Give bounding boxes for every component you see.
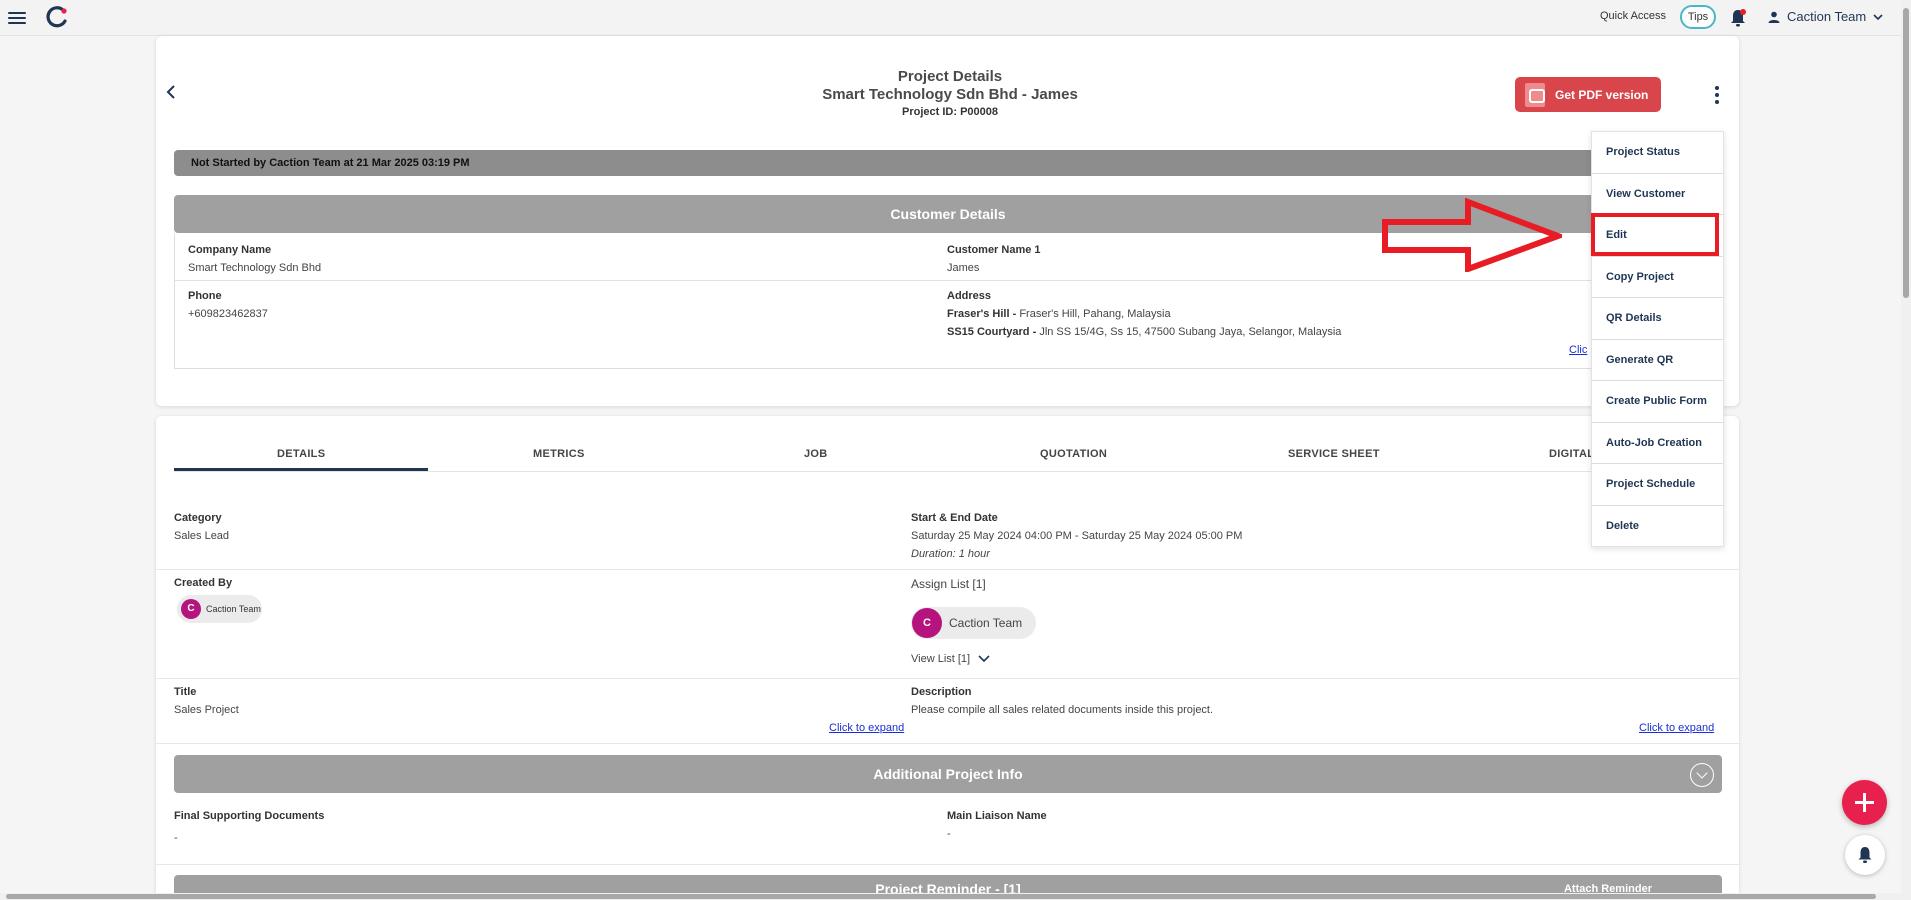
address-label: Address — [947, 290, 992, 302]
view-list-toggle[interactable]: View List [1] — [911, 653, 990, 665]
user-icon — [1768, 11, 1780, 23]
expand-chevron-icon[interactable] — [1690, 763, 1714, 787]
get-pdf-label: Get PDF version — [1555, 87, 1649, 102]
divider — [175, 280, 1721, 281]
tab-quotation[interactable]: QUOTATION — [1040, 448, 1107, 460]
tab-details[interactable]: DETAILS — [277, 448, 325, 460]
supporting-docs-label: Final Supporting Documents — [174, 810, 325, 822]
assignee-chip[interactable]: C Caction Team — [911, 607, 1036, 639]
menu-item-delete[interactable]: Delete — [1592, 506, 1723, 548]
divider — [156, 569, 1739, 570]
chevron-down-icon — [978, 655, 990, 663]
page-title: Project Details — [897, 68, 1003, 85]
user-menu[interactable]: Caction Team — [1768, 9, 1883, 24]
user-name: Caction Team — [1787, 9, 1867, 24]
date-label: Start & End Date — [911, 512, 998, 524]
tab-service-sheet[interactable]: SERVICE SHEET — [1288, 448, 1380, 460]
project-id: Project ID: P00008 — [902, 106, 998, 118]
edit-highlight-box — [1591, 213, 1719, 256]
assignee-name: Caction Team — [949, 616, 1023, 630]
view-list-label: View List [1] — [911, 653, 971, 665]
address-line-1: Fraser's Hill - Fraser's Hill, Pahang, M… — [947, 308, 1171, 320]
main-liaison-value: - — [947, 828, 951, 840]
company-name-value: Smart Technology Sdn Bhd — [188, 262, 322, 274]
divider — [156, 678, 1739, 679]
horizontal-scrollbar[interactable] — [0, 893, 1901, 900]
status-bar: Not Started by Caction Team at 21 Mar 20… — [174, 150, 1722, 176]
menu-item-view-customer[interactable]: View Customer — [1592, 174, 1723, 215]
category-value: Sales Lead — [174, 530, 230, 542]
supporting-docs-value: - — [174, 832, 178, 844]
divider — [156, 743, 1739, 744]
divider — [156, 864, 1739, 865]
notification-bell-icon[interactable] — [1729, 8, 1747, 28]
menu-item-project-schedule[interactable]: Project Schedule — [1592, 464, 1723, 506]
scrollbar-thumb[interactable] — [1903, 8, 1909, 298]
quick-access-link[interactable]: Quick Access — [1600, 10, 1666, 22]
click-to-expand-description-link[interactable]: Click to expand — [1639, 722, 1714, 734]
click-to-expand-link[interactable]: Clic — [1569, 344, 1587, 356]
add-fab-button[interactable] — [1842, 780, 1887, 825]
description-label: Description — [911, 686, 972, 698]
scrollbar-thumb[interactable] — [6, 894, 1876, 899]
date-value: Saturday 25 May 2024 04:00 PM - Saturday… — [911, 530, 1243, 542]
menu-item-project-status[interactable]: Project Status — [1592, 132, 1723, 174]
created-by-name: Caction Team — [206, 604, 261, 614]
duration-value: Duration: 1 hour — [911, 548, 990, 560]
menu-item-copy-project[interactable]: Copy Project — [1592, 257, 1723, 298]
tips-button[interactable]: Tips — [1680, 5, 1716, 29]
hamburger-menu-icon[interactable] — [8, 9, 26, 25]
vertical-scrollbar[interactable] — [1901, 0, 1911, 900]
phone-value: +609823462837 — [188, 308, 268, 320]
customer-name-label: Customer Name 1 — [947, 244, 1041, 256]
back-arrow-icon[interactable] — [165, 84, 177, 100]
title-value: Sales Project — [174, 704, 239, 716]
menu-item-auto-job-creation[interactable]: Auto-Job Creation — [1592, 423, 1723, 464]
menu-item-qr-details[interactable]: QR Details — [1592, 298, 1723, 340]
more-options-icon[interactable] — [1715, 86, 1719, 107]
created-by-chip: C Caction Team — [177, 595, 262, 623]
phone-label: Phone — [188, 290, 222, 302]
tab-job[interactable]: JOB — [804, 448, 828, 460]
top-bar: Quick Access Tips Caction Team — [0, 0, 1911, 36]
category-label: Category — [174, 512, 222, 524]
created-by-label: Created By — [174, 577, 233, 589]
menu-item-create-public-form[interactable]: Create Public Form — [1592, 381, 1723, 423]
assign-list-label: Assign List [1] — [911, 577, 986, 591]
chevron-down-icon — [1873, 13, 1883, 20]
app-logo-icon[interactable] — [46, 6, 68, 28]
avatar: C — [912, 608, 942, 638]
menu-item-generate-qr[interactable]: Generate QR — [1592, 340, 1723, 381]
customer-name-value: James — [947, 262, 980, 274]
additional-project-info-title: Additional Project Info — [873, 766, 1023, 782]
address-line-2: SS15 Courtyard - Jln SS 15/4G, Ss 15, 47… — [947, 326, 1342, 338]
main-liaison-label: Main Liaison Name — [947, 810, 1047, 822]
description-value: Please compile all sales related documen… — [911, 704, 1214, 716]
title-label: Title — [174, 686, 197, 698]
bell-icon — [1858, 847, 1872, 863]
click-to-expand-title-link[interactable]: Click to expand — [829, 722, 904, 734]
tab-metrics[interactable]: METRICS — [533, 448, 585, 460]
additional-project-info-header[interactable]: Additional Project Info — [174, 755, 1722, 793]
avatar: C — [181, 599, 201, 619]
active-tab-indicator — [174, 468, 428, 471]
company-name-label: Company Name — [188, 244, 272, 256]
tab-digital[interactable]: DIGITAL — [1549, 448, 1594, 460]
get-pdf-button[interactable]: Get PDF version — [1515, 77, 1661, 112]
pdf-icon — [1525, 82, 1545, 107]
notification-fab-button[interactable] — [1845, 835, 1885, 875]
project-options-menu: Project Status View Customer Edit Copy P… — [1591, 131, 1724, 547]
red-arrow-annotation — [1382, 198, 1562, 272]
tab-bar: DETAILS METRICS JOB QUOTATION SERVICE SH… — [174, 440, 1722, 472]
project-subtitle: Smart Technology Sdn Bhd - James — [822, 86, 1078, 103]
